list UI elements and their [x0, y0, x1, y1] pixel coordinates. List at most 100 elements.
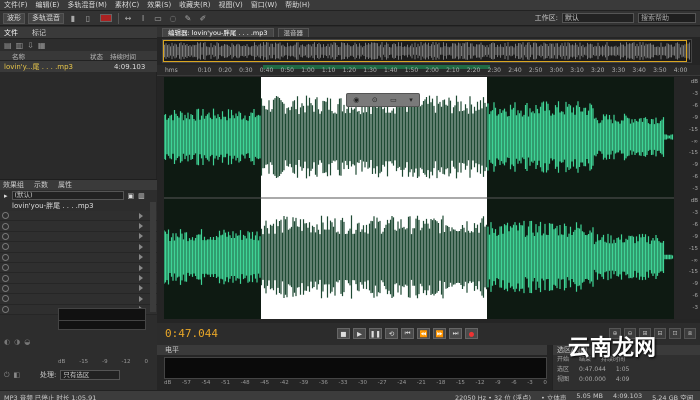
menu-edit[interactable]: 编辑(E) [36, 0, 60, 10]
record-button[interactable]: ● [465, 328, 478, 339]
power-toggle-icon[interactable] [2, 274, 9, 282]
effect-slot[interactable] [0, 252, 157, 263]
menu-file[interactable]: 文件(F) [4, 0, 28, 10]
tab-levels[interactable]: 电平 [157, 345, 547, 355]
power-icon[interactable]: ⏻ [4, 371, 10, 380]
power-toggle-icon[interactable] [2, 284, 9, 292]
spectral-frequency-icon[interactable]: ▮ [67, 13, 79, 23]
spot-healing-tool-icon[interactable]: ✐ [197, 13, 209, 23]
tab-editor[interactable]: 编辑器: lovin'you-胖尾 . . . .mp3 [162, 28, 274, 37]
tab-properties[interactable]: 属性 [58, 180, 72, 190]
multitrack-view-button[interactable]: 多轨混音 [28, 12, 64, 24]
menu-window[interactable]: 窗口(W) [251, 0, 277, 10]
mix-knob-icon[interactable]: ◒ [24, 338, 30, 346]
heads-up-display[interactable]: ◉ ⊙ ▭ ▾ [346, 93, 420, 107]
zoom-selection-icon[interactable]: ⧈ [684, 328, 696, 339]
hud-knob-icon[interactable]: ⊙ [372, 96, 378, 104]
workspace-select[interactable]: 默认 [562, 13, 634, 23]
hud-gain-icon[interactable]: ◉ [353, 96, 359, 104]
overview-navigator[interactable] [162, 39, 692, 63]
effect-menu-arrow-icon[interactable] [139, 295, 143, 302]
brush-tool-icon[interactable]: ✎ [182, 13, 194, 23]
fast-forward-button[interactable]: ⏩ [433, 328, 446, 339]
new-file-icon[interactable]: ▤ [4, 41, 12, 50]
selection-view-cell[interactable]: 1:05 [616, 365, 629, 375]
go-to-start-button[interactable]: ⏮ [401, 328, 414, 339]
menu-multitrack[interactable]: 多轨混音(M) [67, 0, 107, 10]
rewind-button[interactable]: ⏪ [417, 328, 430, 339]
time-selection-tool-icon[interactable]: I [137, 13, 149, 23]
effect-menu-arrow-icon[interactable] [139, 264, 143, 271]
menu-favorites[interactable]: 收藏夹(R) [179, 0, 210, 10]
tab-files[interactable]: 文件 [4, 28, 18, 38]
selection-view-cell[interactable]: 4:09 [616, 375, 629, 385]
effect-slot[interactable] [0, 221, 157, 232]
tab-markers[interactable]: 标记 [32, 28, 46, 38]
import-icon[interactable]: ⇩ [27, 41, 34, 50]
apply-icon[interactable]: ◧ [14, 371, 21, 380]
effect-menu-arrow-icon[interactable] [139, 243, 143, 250]
power-toggle-icon[interactable] [2, 222, 9, 230]
waveform-view-button[interactable]: 波形 [3, 12, 25, 24]
effect-menu-arrow-icon[interactable] [139, 223, 143, 230]
tab-effects-rack[interactable]: 效果组 [3, 180, 24, 190]
tab-metadata[interactable]: 示数 [34, 180, 48, 190]
hud-value-icon[interactable]: ▭ [390, 96, 397, 104]
process-select[interactable]: 只有选区 [60, 370, 121, 380]
loop-button[interactable]: ⟲ [385, 328, 398, 339]
preset-select[interactable]: (默认) [11, 191, 124, 200]
effects-scrollbar[interactable] [150, 202, 156, 312]
power-toggle-icon[interactable] [2, 264, 9, 272]
timeline-ruler[interactable]: hms 0:10 0:20 0:30 0:40 0:50 1:00 1:10 1:20 1:30 1… [157, 65, 700, 76]
menu-view[interactable]: 视图(V) [219, 0, 243, 10]
help-search-input[interactable]: 搜索帮助 [638, 13, 696, 23]
effect-slot[interactable] [0, 242, 157, 253]
open-file-icon[interactable]: ▥ [16, 41, 24, 50]
power-toggle-icon[interactable] [2, 253, 9, 261]
hud-unit-icon[interactable]: ▾ [409, 96, 413, 104]
effect-slot[interactable] [0, 273, 157, 284]
power-toggle-icon[interactable] [2, 295, 9, 303]
delete-preset-icon[interactable]: ▥ [138, 192, 145, 200]
lasso-tool-icon[interactable]: ◌ [167, 13, 179, 23]
power-toggle-icon[interactable] [2, 212, 9, 220]
input-gain-icon[interactable]: ◐ [4, 338, 10, 346]
effect-menu-arrow-icon[interactable] [139, 212, 143, 219]
delete-file-icon[interactable]: ▦ [38, 41, 46, 50]
effect-slot[interactable] [0, 283, 157, 295]
effect-slot[interactable] [0, 262, 157, 274]
effect-slot[interactable] [0, 211, 157, 222]
power-toggle-icon[interactable] [2, 232, 9, 240]
column-name[interactable]: 名称 [12, 51, 25, 61]
go-to-end-button[interactable]: ⏭ [449, 328, 462, 339]
effect-menu-arrow-icon[interactable] [139, 275, 143, 282]
menu-help[interactable]: 帮助(H) [285, 0, 310, 10]
menu-clip[interactable]: 素材(C) [115, 0, 139, 10]
menu-effects[interactable]: 效果(S) [147, 0, 171, 10]
power-toggle-icon[interactable] [2, 243, 9, 251]
save-preset-icon[interactable]: ▣ [128, 192, 135, 200]
effect-menu-arrow-icon[interactable] [139, 233, 143, 240]
stop-button[interactable]: ■ [337, 328, 350, 339]
effect-menu-arrow-icon[interactable] [139, 254, 143, 261]
selection-view-cell[interactable]: 0:00.000 [579, 375, 606, 385]
effect-slot[interactable] [0, 231, 157, 243]
column-status[interactable]: 状态 [90, 51, 103, 61]
file-row[interactable]: lovin'y...尾 . . . .mp3 4:09.103 [0, 61, 157, 72]
record-indicator-icon[interactable] [100, 14, 112, 22]
overview-selection[interactable] [163, 40, 687, 62]
marquee-tool-icon[interactable]: ▭ [152, 13, 164, 23]
play-button[interactable]: ▶ [353, 328, 366, 339]
output-gain-icon[interactable]: ◑ [14, 338, 20, 346]
move-tool-icon[interactable]: ↔ [122, 13, 134, 23]
effect-slot[interactable] [0, 294, 157, 305]
spectral-pitch-icon[interactable]: ▯ [82, 13, 94, 23]
effect-menu-arrow-icon[interactable] [139, 285, 143, 292]
waveform-display[interactable]: ◉ ⊙ ▭ ▾ [164, 77, 674, 319]
zoom-full-icon[interactable]: ⊡ [669, 328, 681, 339]
column-duration[interactable]: 持续时间 [110, 51, 136, 61]
tab-mixer[interactable]: 混音器 [277, 28, 310, 37]
pause-button[interactable]: ❚❚ [369, 328, 382, 339]
power-toggle-icon[interactable] [2, 305, 9, 313]
selection-view-cell[interactable]: 0:47.044 [579, 365, 606, 375]
